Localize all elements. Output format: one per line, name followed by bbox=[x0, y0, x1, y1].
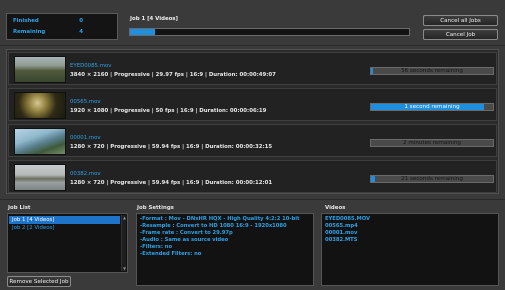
finished-row: Finished 0 bbox=[13, 18, 83, 26]
video-progress-text: 2 minutes remaining bbox=[402, 140, 461, 146]
video-row: EYED0085.mov 3840 × 2160 | Progressive |… bbox=[8, 52, 497, 85]
job-settings-label: Job Settings bbox=[137, 205, 174, 211]
video-row: 00565.mov 1920 × 1080 | Progressive | 50… bbox=[8, 88, 497, 121]
video-progress-bar: 1 second remaining bbox=[370, 103, 494, 111]
videos-panel: EYED0085.MOV 00565.mp4 00001.mov 00382.M… bbox=[321, 213, 499, 286]
video-progress-bar: 21 seconds remaining bbox=[370, 175, 494, 183]
videos-label: Videos bbox=[325, 205, 346, 211]
video-info: 1280 × 720 | Progressive | 59.94 fps | 1… bbox=[70, 144, 273, 150]
setting-line: -Resample : Convert to HD 1080 16:9 - 19… bbox=[140, 223, 287, 229]
job-list[interactable]: Job 1 [4 Videos] Job 2 [2 Videos] ▲ ▼ bbox=[7, 213, 128, 273]
video-name: 00565.mov bbox=[70, 99, 101, 105]
video-row: 00001.mov 1280 × 720 | Progressive | 59.… bbox=[8, 124, 497, 157]
video-file-item: 00001.mov bbox=[325, 230, 358, 236]
overall-progress-bar bbox=[129, 28, 410, 36]
finished-count: 0 bbox=[79, 18, 83, 24]
setting-line: -Format : Mov - DNxHR HQX - High Quality… bbox=[140, 216, 300, 222]
cancel-all-jobs-button[interactable]: Cancel all Jobs bbox=[423, 15, 498, 26]
video-name: 00001.mov bbox=[70, 135, 101, 141]
video-thumbnail bbox=[14, 164, 66, 191]
video-progress-text: 21 seconds remaining bbox=[401, 176, 463, 182]
scroll-up-icon[interactable]: ▲ bbox=[122, 215, 127, 220]
video-info: 3840 × 2160 | Progressive | 29.97 fps | … bbox=[70, 72, 276, 78]
divider bbox=[0, 199, 505, 200]
video-name: EYED0085.mov bbox=[70, 63, 112, 69]
video-progress-bar: 2 minutes remaining bbox=[370, 139, 494, 147]
video-file-item: EYED0085.MOV bbox=[325, 216, 371, 222]
current-job-title: Job 1 [4 Videos] bbox=[130, 16, 178, 22]
video-thumbnail bbox=[14, 128, 66, 155]
job-list-scrollbar[interactable]: ▲ ▼ bbox=[121, 215, 126, 271]
job-list-label: Job List bbox=[8, 205, 31, 211]
video-info: 1920 × 1080 | Progressive | 50 fps | 16:… bbox=[70, 108, 267, 114]
video-progress-text: 56 seconds remaining bbox=[401, 68, 463, 74]
video-thumbnail bbox=[14, 56, 66, 83]
job-list-item[interactable]: Job 2 [2 Videos] bbox=[9, 224, 120, 232]
remaining-row: Remaining 4 bbox=[13, 29, 83, 37]
video-progress-bar: 56 seconds remaining bbox=[370, 67, 494, 75]
job-settings-panel: -Format : Mov - DNxHR HQX - High Quality… bbox=[136, 213, 314, 286]
cancel-job-button[interactable]: Cancel Job bbox=[423, 29, 498, 40]
video-name: 00382.mov bbox=[70, 171, 101, 177]
video-progress-text: 1 second remaining bbox=[404, 104, 460, 110]
setting-line: -Extended Filters: no bbox=[140, 251, 202, 257]
video-file-item: 00565.mp4 bbox=[325, 223, 358, 229]
remaining-label: Remaining bbox=[13, 29, 46, 35]
status-panel: Finished 0 Remaining 4 bbox=[6, 13, 118, 40]
video-info: 1280 × 720 | Progressive | 59.94 fps | 1… bbox=[70, 180, 273, 186]
setting-line: -Filters: no bbox=[140, 244, 173, 250]
setting-line: -Audio : Same as source video bbox=[140, 237, 229, 243]
job-list-item[interactable]: Job 1 [4 Videos] bbox=[9, 216, 120, 224]
remaining-count: 4 bbox=[79, 29, 83, 35]
divider bbox=[0, 45, 505, 46]
finished-label: Finished bbox=[13, 18, 39, 24]
remove-selected-job-button[interactable]: Remove Selected Job bbox=[7, 276, 71, 287]
overall-progress-fill bbox=[130, 29, 156, 35]
video-thumbnail bbox=[14, 92, 66, 119]
scroll-down-icon[interactable]: ▼ bbox=[122, 266, 127, 271]
video-queue: EYED0085.mov 3840 × 2160 | Progressive |… bbox=[6, 49, 499, 194]
video-row: 00382.mov 1280 × 720 | Progressive | 59.… bbox=[8, 160, 497, 193]
video-file-item: 00382.MTS bbox=[325, 237, 358, 243]
setting-line: -Frame rate : Convert to 29.97p bbox=[140, 230, 233, 236]
